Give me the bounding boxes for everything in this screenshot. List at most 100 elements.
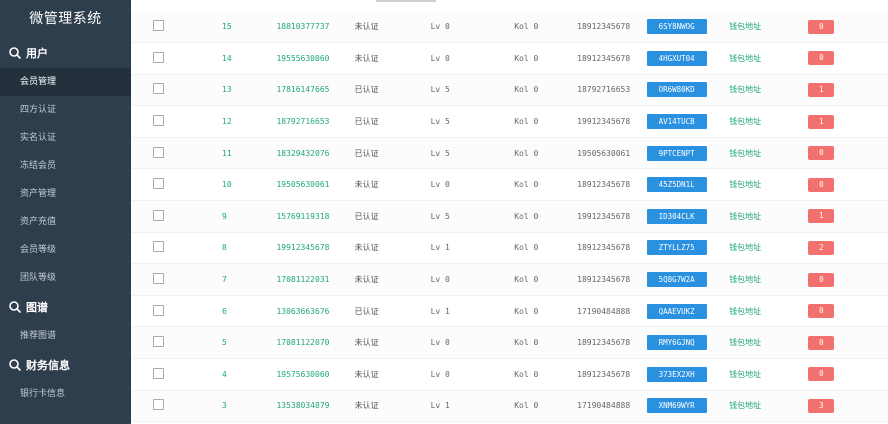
row-checkbox[interactable] xyxy=(153,304,164,316)
table-row[interactable]: 12 18792716653 已认证 Lv 5 Kol 0 19912345678 AV14… xyxy=(131,106,888,138)
sidebar-section-user[interactable]: 用户 xyxy=(0,38,131,68)
invite-code-button[interactable]: 373EX2XH xyxy=(646,366,707,382)
member-phone-link[interactable]: 19575630060 xyxy=(276,359,354,391)
red-count-badge[interactable]: 0 xyxy=(808,51,835,66)
red-count-badge[interactable]: 0 xyxy=(808,304,835,319)
red-count-badge[interactable]: 0 xyxy=(808,19,835,34)
row-checkbox[interactable] xyxy=(153,83,164,95)
invite-code-button[interactable]: QAAEVUKZ xyxy=(646,303,707,319)
row-checkbox[interactable] xyxy=(153,20,164,32)
row-checkbox[interactable] xyxy=(153,178,164,190)
table-row[interactable]: 9 15769119318 已认证 Lv 5 Kol 0 19912345678 ID304… xyxy=(131,200,888,233)
kol-level: Kol 0 xyxy=(514,53,539,63)
sidebar-item-quad-auth[interactable]: 四方认证 xyxy=(0,96,131,124)
invite-code-button[interactable]: ID304CLK xyxy=(646,208,707,224)
invite-code-button[interactable]: RMY6GJNQ xyxy=(646,335,707,351)
invite-code-button[interactable]: OR6W80KD xyxy=(646,82,707,98)
red-count-badge[interactable]: 0 xyxy=(808,146,835,161)
table-row[interactable]: 4 19575630060 未认证 Lv 0 Kol 0 18912345678 373EX… xyxy=(131,359,888,391)
sidebar-item-realname-auth[interactable]: 实名认证 xyxy=(0,124,131,152)
member-phone-link[interactable]: 15769119318 xyxy=(276,201,354,233)
invite-code-button[interactable]: XNM69WYR xyxy=(646,398,707,414)
sidebar-item-bank-cards[interactable]: 银行卡信息 xyxy=(0,380,131,408)
sidebar-item-team-levels[interactable]: 团队等级 xyxy=(0,264,131,292)
auth-status: 未认证 xyxy=(354,53,379,63)
sidebar-item-member-levels[interactable]: 会员等级 xyxy=(0,236,131,264)
table-row[interactable]: 8 19912345678 未认证 Lv 1 Kol 0 18912345678 ZTYLL… xyxy=(131,232,888,264)
invite-code-button[interactable]: ZTYLLZ75 xyxy=(646,240,707,256)
wallet-address-link[interactable]: 钱包地址 xyxy=(729,201,808,233)
wallet-address-link[interactable]: 钱包地址 xyxy=(729,74,808,106)
invite-code-button[interactable]: 45Z5DN1L xyxy=(646,177,707,193)
wallet-address-link[interactable]: 钱包地址 xyxy=(729,11,808,43)
wallet-address-link[interactable]: 钱包地址 xyxy=(729,295,808,327)
wallet-address-link[interactable]: 钱包地址 xyxy=(729,359,808,391)
member-phone-link[interactable]: 18792716653 xyxy=(276,106,354,138)
table-row[interactable]: 3 13538034879 未认证 Lv 1 Kol 0 17190484888 XNM69… xyxy=(131,390,888,422)
table-row[interactable]: 13 17816147665 已认证 Lv 5 Kol 0 18792716653 OR6W… xyxy=(131,74,888,106)
member-phone-link[interactable]: 13063663676 xyxy=(276,295,354,327)
member-phone-link[interactable]: 17081122070 xyxy=(276,327,354,359)
red-count-badge[interactable]: 1 xyxy=(808,209,835,224)
table-row[interactable]: 5 17081122070 未认证 Lv 0 Kol 0 18912345678 RMY6G… xyxy=(131,326,888,359)
red-count-badge[interactable]: 1 xyxy=(808,114,835,129)
referrer-phone: 19505630061 xyxy=(577,148,631,158)
sidebar-section-graph[interactable]: 图谱 xyxy=(0,292,131,322)
wallet-address-link[interactable]: 钱包地址 xyxy=(729,43,808,75)
member-phone-link[interactable]: 19912345678 xyxy=(276,232,354,264)
row-checkbox[interactable] xyxy=(153,399,164,411)
sidebar-item-assets[interactable]: 资产管理 xyxy=(0,180,131,208)
wallet-address-link[interactable]: 钱包地址 xyxy=(729,106,808,138)
member-phone-link[interactable]: 17816147665 xyxy=(276,74,354,106)
red-count-cell: 0 xyxy=(808,264,888,296)
table-row[interactable]: 7 17081122031 未认证 Lv 0 Kol 0 18912345678 5Q8G7… xyxy=(131,263,888,296)
wallet-address-link[interactable]: 钱包地址 xyxy=(729,264,808,296)
red-count-badge[interactable]: 2 xyxy=(808,240,835,255)
red-count-badge[interactable]: 0 xyxy=(808,177,835,192)
wallet-address-link[interactable]: 钱包地址 xyxy=(729,169,808,201)
row-checkbox[interactable] xyxy=(153,273,164,285)
table-row[interactable]: 10 19505630061 未认证 Lv 0 Kol 0 18912345678 45Z5… xyxy=(131,169,888,201)
red-count-badge[interactable]: 0 xyxy=(808,367,835,382)
table-row[interactable]: 6 13063663676 已认证 Lv 1 Kol 0 17190484888 QAAEV… xyxy=(131,295,888,327)
sidebar-section-finance[interactable]: 财务信息 xyxy=(0,350,131,380)
sidebar-item-referral-graph[interactable]: 推荐图谱 xyxy=(0,322,131,350)
row-checkbox[interactable] xyxy=(153,336,164,348)
wallet-address-link[interactable]: 钱包地址 xyxy=(729,137,808,169)
row-checkbox[interactable] xyxy=(153,115,164,127)
invite-code-button[interactable]: 5Q8G7W2A xyxy=(646,272,707,288)
red-count-badge[interactable]: 0 xyxy=(808,272,835,287)
row-checkbox[interactable] xyxy=(153,146,164,158)
member-phone-link[interactable]: 19505630061 xyxy=(276,169,354,201)
referrer-phone: 19912345678 xyxy=(577,211,631,221)
member-phone-link[interactable]: 17081122031 xyxy=(276,264,354,296)
wallet-address-link[interactable]: 钱包地址 xyxy=(729,390,808,422)
sidebar-item-frozen-members[interactable]: 冻结会员 xyxy=(0,152,131,180)
table-row[interactable]: 14 19555630060 未认证 Lv 0 Kol 0 18912345678 4HGX… xyxy=(131,43,888,75)
row-checkbox[interactable] xyxy=(153,51,164,63)
red-count-badge[interactable]: 3 xyxy=(808,398,835,413)
member-phone-link[interactable]: 13538034879 xyxy=(276,390,354,422)
sidebar-item-asset-recharge[interactable]: 资产充值 xyxy=(0,208,131,236)
row-checkbox[interactable] xyxy=(153,209,164,221)
row-checkbox[interactable] xyxy=(153,367,164,379)
table-row[interactable]: 11 18329432076 已认证 Lv 5 Kol 0 19505630061 9PTC… xyxy=(131,137,888,169)
table-row[interactable]: 15 18810377737 未认证 Lv 0 Kol 0 18912345678 6SY8… xyxy=(131,11,888,43)
invite-code-button[interactable]: 4HGXUT04 xyxy=(646,50,707,66)
invite-code-button[interactable]: AV14TUCB xyxy=(646,114,707,130)
red-count-badge[interactable]: 1 xyxy=(808,82,835,97)
member-phone-link[interactable]: 19555630060 xyxy=(276,43,354,75)
row-checkbox-cell xyxy=(131,169,220,201)
row-checkbox[interactable] xyxy=(153,241,164,253)
invite-code-button[interactable]: 6SY8NWOG xyxy=(646,19,707,35)
sidebar-item-members[interactable]: 会员管理 xyxy=(0,68,131,96)
wallet-address-link[interactable]: 钱包地址 xyxy=(729,327,808,359)
member-phone-link[interactable]: 18329432076 xyxy=(276,137,354,169)
red-count-badge[interactable]: 0 xyxy=(808,335,835,350)
auth-status: 已认证 xyxy=(354,117,379,127)
member-level: Lv 0 xyxy=(430,275,450,285)
member-phone-link[interactable]: 18810377737 xyxy=(276,11,354,43)
wallet-address-link[interactable]: 钱包地址 xyxy=(729,232,808,264)
invite-code-cell: XNM69WYR xyxy=(646,390,730,422)
invite-code-button[interactable]: 9PTCENPT xyxy=(646,145,707,161)
